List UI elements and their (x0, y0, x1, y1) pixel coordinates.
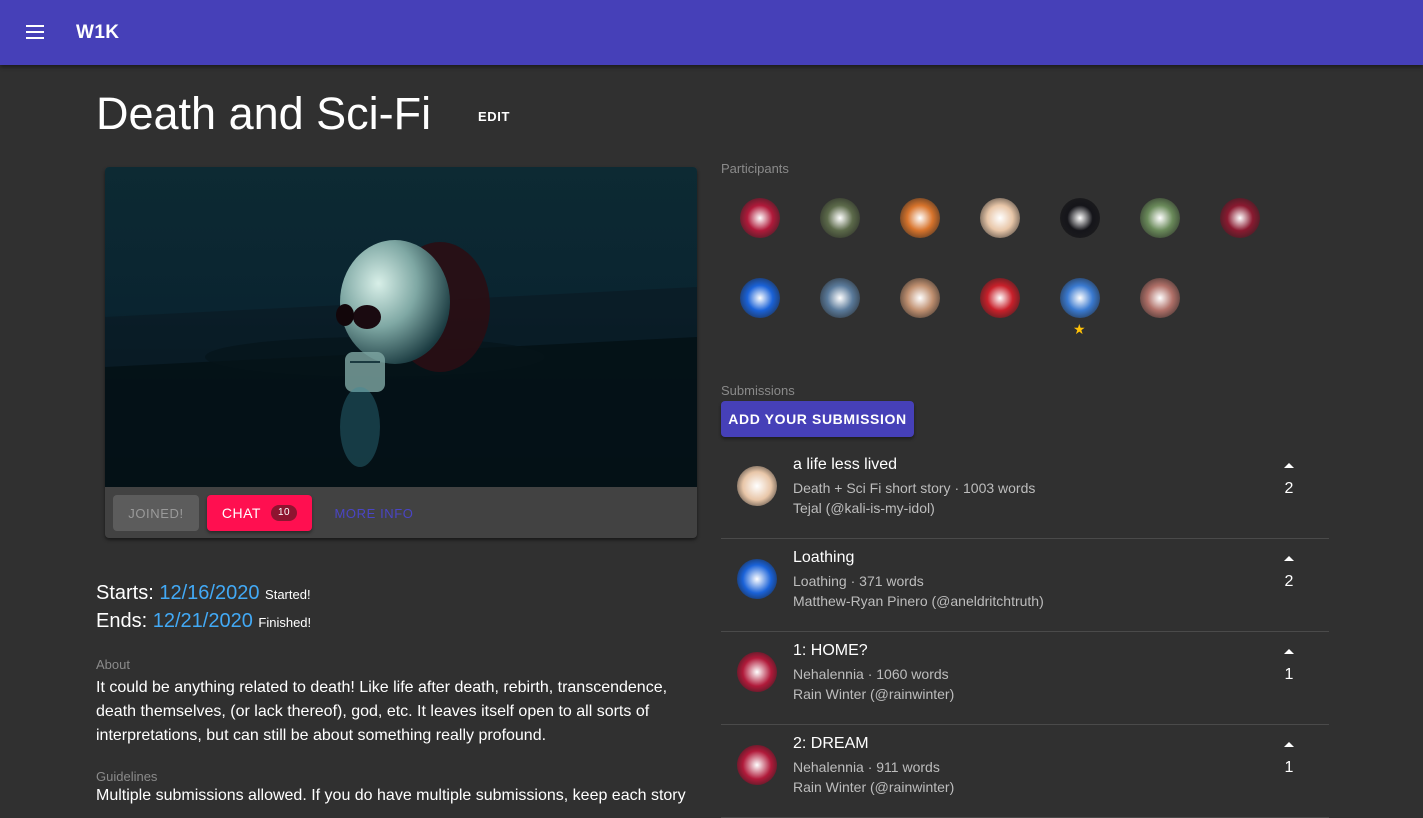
starts-status: Started! (265, 587, 311, 602)
participant-avatar[interactable] (1140, 198, 1180, 238)
submission-meta: Nehalennia · 911 words (793, 759, 940, 775)
participant-avatar[interactable] (980, 198, 1020, 238)
ends-label: Ends: (96, 610, 148, 632)
starts-line: Starts: 12/16/2020 Started! (96, 582, 311, 605)
about-text: It could be anything related to death! L… (96, 679, 668, 744)
vote-count: 2 (1284, 480, 1294, 497)
starts-label: Starts: (96, 582, 154, 604)
more-info-button[interactable]: MORE INFO (320, 495, 428, 531)
card-actions: JOINED! CHAT 10 MORE INFO (105, 487, 697, 538)
participant-avatar[interactable] (820, 278, 860, 318)
submission-row[interactable]: a life less lived Death + Sci Fi short st… (721, 446, 1329, 539)
add-submission-button[interactable]: ADD YOUR SUBMISSION (721, 401, 914, 437)
vote-count: 2 (1284, 573, 1294, 590)
app-bar: W1K (0, 0, 1423, 65)
upvote-icon[interactable] (1283, 460, 1295, 470)
app-title[interactable]: W1K (76, 22, 119, 44)
ends-line: Ends: 12/21/2020 Finished! (96, 610, 311, 633)
submissions-label: Submissions (721, 383, 795, 398)
vote-count: 1 (1284, 759, 1294, 776)
about-label: About (96, 657, 130, 672)
submission-meta: Nehalennia · 1060 words (793, 666, 949, 682)
participant-avatar[interactable] (900, 278, 940, 318)
submission-meta: Death + Sci Fi short story · 1003 words (793, 480, 1036, 496)
participant-avatar[interactable] (1220, 198, 1260, 238)
chat-button-label: CHAT (221, 505, 261, 521)
submission-author: Rain Winter (@rainwinter) (793, 779, 955, 795)
participants-label: Participants (721, 161, 789, 176)
submission-author: Rain Winter (@rainwinter) (793, 686, 955, 702)
submission-avatar[interactable] (737, 745, 777, 785)
participant-avatar[interactable] (1060, 278, 1100, 318)
cover-image (105, 167, 697, 487)
upvote-icon[interactable] (1283, 739, 1295, 749)
menu-icon[interactable] (24, 20, 48, 44)
joined-button[interactable]: JOINED! (113, 495, 199, 531)
challenge-card: JOINED! CHAT 10 MORE INFO (105, 167, 697, 538)
vote-count: 1 (1284, 666, 1294, 683)
submission-row[interactable]: 1: HOME? Nehalennia · 1060 words Rain Wint… (721, 632, 1329, 725)
chat-count-badge: 10 (270, 505, 298, 521)
submission-title: Loathing (793, 549, 855, 566)
submission-author: Matthew-Ryan Pinero (@aneldritchtruth) (793, 593, 1044, 609)
submission-author: Tejal (@kali-is-my-idol) (793, 500, 935, 516)
guidelines-text: Multiple submissions allowed. If you do … (96, 787, 686, 804)
submission-row[interactable]: 2: DREAM Nehalennia · 911 words Rain Winte… (721, 725, 1329, 818)
participant-avatar[interactable] (740, 198, 780, 238)
submission-avatar[interactable] (737, 559, 777, 599)
participant-avatar[interactable] (900, 198, 940, 238)
chat-button[interactable]: CHAT 10 (207, 495, 312, 531)
participant-avatar[interactable] (980, 278, 1020, 318)
participant-avatar[interactable] (1140, 278, 1180, 318)
ends-date: 12/21/2020 (152, 610, 253, 632)
upvote-icon[interactable] (1283, 646, 1295, 656)
submission-row[interactable]: Loathing Loathing · 371 words Matthew-Ryan… (721, 539, 1329, 632)
participant-avatar[interactable] (820, 198, 860, 238)
submission-title: 1: HOME? (793, 642, 868, 659)
page-title: Death and Sci-Fi (96, 88, 432, 139)
submission-avatar[interactable] (737, 466, 777, 506)
participant-avatar[interactable] (1060, 198, 1100, 238)
star-icon: ★ (1073, 321, 1086, 337)
submission-avatar[interactable] (737, 652, 777, 692)
submission-title: a life less lived (793, 456, 898, 473)
submission-meta: Loathing · 371 words (793, 573, 924, 589)
participant-avatar[interactable] (740, 278, 780, 318)
submission-title: 2: DREAM (793, 735, 869, 752)
ends-status: Finished! (258, 615, 312, 630)
starts-date: 12/16/2020 (159, 582, 260, 604)
guidelines-label: Guidelines (96, 769, 158, 784)
edit-button[interactable]: EDIT (470, 105, 518, 128)
upvote-icon[interactable] (1283, 553, 1295, 563)
